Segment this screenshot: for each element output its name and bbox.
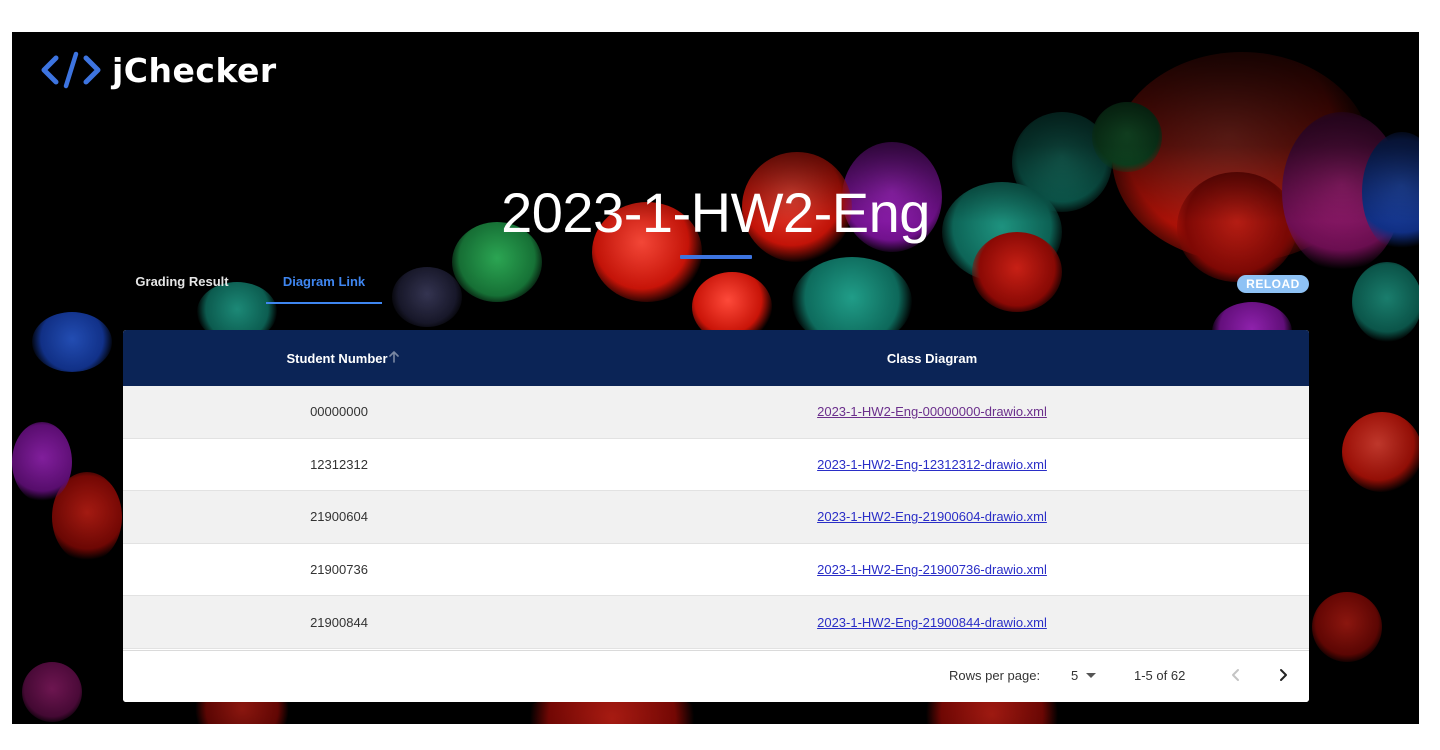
student-number-cell: 21900604 — [310, 509, 368, 525]
title-underline — [680, 255, 752, 259]
table-header: Student Number Class Diagram — [123, 330, 1309, 386]
column-header-class-diagram[interactable]: Class Diagram — [555, 330, 1309, 386]
sort-arrow-icon[interactable] — [387, 350, 401, 364]
next-page-button[interactable] — [1271, 664, 1295, 688]
page-title: 2023-1-HW2-Eng — [501, 181, 930, 244]
logo[interactable]: jChecker — [40, 50, 277, 90]
rows-per-page-select[interactable]: 5 — [1071, 668, 1097, 683]
rows-per-page-value: 5 — [1071, 668, 1079, 683]
rows-per-page-label: Rows per page: — [949, 668, 1041, 683]
table-row: 21900736 2023-1-HW2-Eng-21900736-drawio.… — [123, 543, 1309, 597]
diagram-link[interactable]: 2023-1-HW2-Eng-00000000-drawio.xml — [817, 404, 1047, 419]
code-brackets-icon — [40, 50, 104, 90]
student-number-cell: 21900844 — [310, 614, 368, 630]
diagram-link[interactable]: 2023-1-HW2-Eng-21900736-drawio.xml — [817, 562, 1047, 577]
reload-button[interactable]: RELOAD — [1237, 275, 1309, 293]
table-row: 21900844 2023-1-HW2-Eng-21900844-drawio.… — [123, 596, 1309, 649]
column-header-student-number[interactable]: Student Number — [123, 330, 555, 386]
caret-down-icon — [1086, 673, 1097, 678]
table-row: 00000000 2023-1-HW2-Eng-00000000-drawio.… — [123, 386, 1309, 439]
class-diagram-cell: 2023-1-HW2-Eng-21900736-drawio.xml — [555, 562, 1309, 577]
class-diagram-cell: 2023-1-HW2-Eng-12312312-drawio.xml — [555, 457, 1309, 472]
app-name: jChecker — [112, 50, 277, 90]
table-row: 12312312 2023-1-HW2-Eng-12312312-drawio.… — [123, 438, 1309, 492]
diagram-table: Student Number Class Diagram 00000000 20… — [123, 330, 1309, 702]
previous-page-button[interactable] — [1224, 664, 1248, 688]
class-diagram-cell: 2023-1-HW2-Eng-00000000-drawio.xml — [555, 404, 1309, 419]
column-header-label: Student Number — [286, 350, 388, 366]
table-pagination: Rows per page: 5 1-5 of 62 — [123, 650, 1309, 702]
diagram-link[interactable]: 2023-1-HW2-Eng-21900604-drawio.xml — [817, 509, 1047, 524]
student-number-cell: 12312312 — [310, 456, 368, 472]
app-window: jChecker 2023-1-HW2-Eng Grading Result D… — [12, 32, 1419, 724]
column-header-label: Class Diagram — [886, 350, 978, 366]
class-diagram-cell: 2023-1-HW2-Eng-21900844-drawio.xml — [555, 615, 1309, 630]
tab-grading-result[interactable]: Grading Result — [124, 274, 240, 306]
pagination-range: 1-5 of 62 — [1134, 668, 1186, 683]
diagram-link[interactable]: 2023-1-HW2-Eng-12312312-drawio.xml — [817, 457, 1047, 472]
chevron-right-icon — [1275, 667, 1291, 686]
chevron-left-icon — [1228, 667, 1244, 686]
student-number-cell: 00000000 — [310, 404, 368, 420]
table-row: 21900604 2023-1-HW2-Eng-21900604-drawio.… — [123, 491, 1309, 544]
diagram-link[interactable]: 2023-1-HW2-Eng-21900844-drawio.xml — [817, 615, 1047, 630]
student-number-cell: 21900736 — [310, 562, 368, 578]
class-diagram-cell: 2023-1-HW2-Eng-21900604-drawio.xml — [555, 509, 1309, 524]
active-tab-indicator — [266, 302, 382, 304]
